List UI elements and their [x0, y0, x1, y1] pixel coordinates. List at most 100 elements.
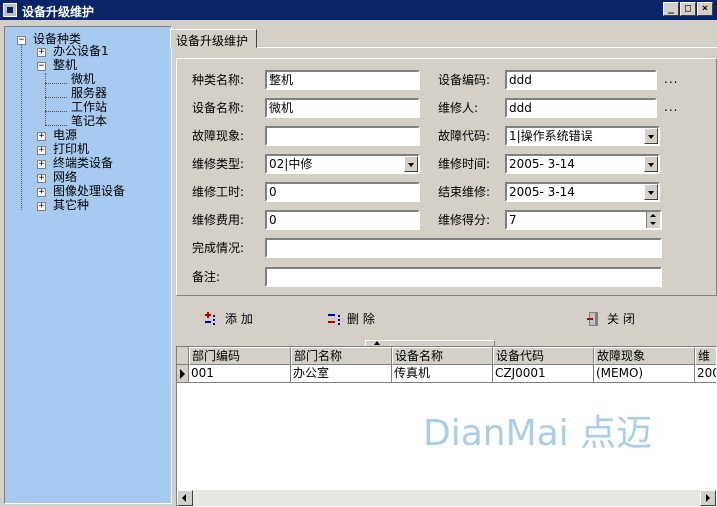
- tree-connector: [45, 73, 46, 125]
- tree-item-microcomputer[interactable]: 微机: [71, 72, 95, 86]
- tree-connector: [45, 125, 67, 126]
- title-bar: 设备升级维护 _ □ ×: [0, 0, 717, 20]
- repair-type-value: 02|中修: [269, 157, 313, 171]
- column-header[interactable]: 维: [695, 347, 716, 365]
- tree-item-notebook[interactable]: 笔记本: [71, 114, 107, 128]
- spin-arrows-icon[interactable]: [646, 212, 660, 228]
- fault-code-select[interactable]: 1|操作系统错误: [505, 126, 660, 146]
- repair-time-label: 维修时间:: [438, 157, 491, 171]
- expand-toggle[interactable]: +: [37, 202, 46, 211]
- table-cell[interactable]: CZJ0001: [493, 365, 594, 383]
- expand-toggle[interactable]: +: [37, 188, 46, 197]
- repairer-lookup-button[interactable]: ...: [664, 100, 678, 114]
- score-value: 7: [509, 213, 517, 227]
- table-cell[interactable]: 001: [189, 365, 291, 383]
- form-panel: 种类名称: 整机 设备编码: ddd ... 设备名称: 微机 维修人: ddd…: [176, 58, 717, 296]
- row-indicator-current[interactable]: [177, 365, 189, 383]
- door-exit-icon: [587, 312, 598, 326]
- device-category-tree[interactable]: − 设备种类 + 办公设备1 − 整机 微机 服务器 工作站 笔记本 + 电源 …: [4, 26, 172, 504]
- tab-divider: [257, 47, 717, 48]
- maximize-button[interactable]: □: [680, 2, 696, 16]
- tab-device-upgrade[interactable]: 设备升级维护: [170, 29, 257, 48]
- table-cell[interactable]: 传真机: [392, 365, 493, 383]
- cost-label: 维修费用:: [192, 213, 245, 227]
- device-name-field[interactable]: 微机: [265, 98, 420, 118]
- tree-item-printer[interactable]: 打印机: [53, 142, 89, 156]
- collapse-toggle[interactable]: −: [37, 62, 46, 71]
- window-title: 设备升级维护: [22, 5, 95, 19]
- horizontal-scrollbar[interactable]: [177, 490, 716, 506]
- repair-time-picker[interactable]: 2005- 3-14: [505, 154, 660, 174]
- add-button[interactable]: 添 加: [204, 311, 284, 327]
- add-icon: [205, 312, 215, 325]
- close-button-label: 关 闭: [607, 312, 635, 326]
- expand-toggle[interactable]: +: [37, 160, 46, 169]
- tree-item-terminal[interactable]: 终端类设备: [53, 156, 113, 170]
- expand-toggle[interactable]: +: [37, 146, 46, 155]
- tree-connector: [21, 45, 22, 210]
- column-header[interactable]: 设备名称: [392, 347, 493, 365]
- score-label: 维修得分:: [438, 213, 491, 227]
- tree-item-server[interactable]: 服务器: [71, 86, 107, 100]
- tree-item-network[interactable]: 网络: [53, 170, 77, 184]
- end-repair-value: 2005- 3-14: [509, 185, 575, 199]
- column-header[interactable]: 部门名称: [291, 347, 392, 365]
- device-name-label: 设备名称:: [192, 101, 245, 115]
- work-hours-label: 维修工时:: [192, 185, 245, 199]
- column-header[interactable]: 故障现象: [594, 347, 695, 365]
- close-window-button[interactable]: ×: [697, 2, 713, 16]
- watermark: DianMai 点迈: [423, 413, 653, 454]
- expand-toggle[interactable]: +: [37, 174, 46, 183]
- close-button[interactable]: 关 闭: [586, 311, 666, 327]
- add-button-label: 添 加: [225, 312, 253, 326]
- row-indicator-header: [177, 347, 189, 365]
- tree-item-complete-machine[interactable]: 整机: [53, 58, 77, 72]
- minimize-button[interactable]: _: [663, 2, 679, 16]
- repairer-field[interactable]: ddd: [505, 98, 657, 118]
- remark-label: 备注:: [192, 270, 221, 284]
- fault-field[interactable]: [265, 126, 420, 146]
- completion-field[interactable]: [265, 238, 662, 258]
- remark-field[interactable]: [265, 267, 662, 287]
- repair-type-select[interactable]: 02|中修: [265, 154, 420, 174]
- tree-item-office-equipment[interactable]: 办公设备1: [53, 44, 109, 58]
- end-repair-picker[interactable]: 2005- 3-14: [505, 182, 660, 202]
- chevron-down-icon[interactable]: [404, 156, 418, 172]
- category-label: 种类名称:: [192, 73, 245, 87]
- tree-item-image-processing[interactable]: 图像处理设备: [53, 184, 125, 198]
- fault-code-label: 故障代码:: [438, 129, 491, 143]
- cost-field[interactable]: 0: [265, 210, 420, 230]
- category-field[interactable]: 整机: [265, 70, 420, 90]
- collapse-toggle[interactable]: −: [17, 36, 26, 45]
- tree-item-workstation[interactable]: 工作站: [71, 100, 107, 114]
- table-cell[interactable]: 办公室: [291, 365, 392, 383]
- device-code-field[interactable]: ddd: [505, 70, 657, 90]
- chevron-down-icon[interactable]: [644, 184, 658, 200]
- tree-connector: [45, 111, 67, 112]
- work-hours-field[interactable]: 0: [265, 182, 420, 202]
- tree-item-power[interactable]: 电源: [53, 128, 77, 142]
- tree-item-other[interactable]: 其它种: [53, 198, 89, 212]
- chevron-down-icon[interactable]: [644, 128, 658, 144]
- scroll-right-icon[interactable]: [700, 490, 716, 506]
- chevron-down-icon[interactable]: [644, 156, 658, 172]
- expand-toggle[interactable]: +: [37, 48, 46, 57]
- tree-connector: [45, 97, 67, 98]
- expand-toggle[interactable]: +: [37, 132, 46, 141]
- column-header[interactable]: 部门编码: [189, 347, 291, 365]
- delete-button-label: 删 除: [347, 312, 375, 326]
- scroll-left-icon[interactable]: [177, 490, 193, 506]
- table-cell[interactable]: 200: [695, 365, 716, 383]
- device-code-lookup-button[interactable]: ...: [664, 72, 678, 86]
- column-header[interactable]: 设备代码: [493, 347, 594, 365]
- score-spinner[interactable]: 7: [505, 210, 662, 230]
- delete-button[interactable]: 删 除: [326, 311, 406, 327]
- app-icon: [3, 3, 17, 17]
- device-code-label: 设备编码:: [438, 73, 491, 87]
- repairer-label: 维修人:: [438, 101, 479, 115]
- end-repair-label: 结束维修:: [438, 185, 491, 199]
- repair-time-value: 2005- 3-14: [509, 157, 575, 171]
- toolbar: 添 加 删 除 关 闭: [176, 300, 717, 338]
- fault-label: 故障现象:: [192, 129, 245, 143]
- table-cell[interactable]: (MEMO): [594, 365, 695, 383]
